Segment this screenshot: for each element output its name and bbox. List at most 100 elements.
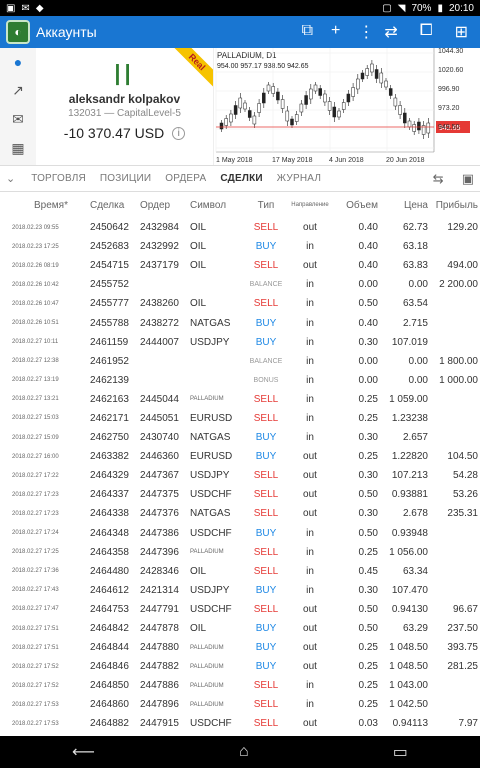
table-row[interactable]: 2018.02.27 17:53 2464882 2447915 USDCHF SELL… <box>0 714 480 730</box>
table-row[interactable]: 2018.02.27 16:00 2463382 2446360 EURUSD BUY o… <box>0 447 480 466</box>
cell-profit: 54.28 <box>452 470 478 482</box>
table-row[interactable]: 2018.02.27 13:19 2462139 BONUS in 0.00 0.00 1 … <box>0 371 480 390</box>
table-row[interactable]: 2018.02.26 10:42 2455752 BALANCE in 0.00 0.00… <box>0 275 480 294</box>
order-icon[interactable]: ⊞ <box>455 22 468 42</box>
table-row[interactable]: 2018.02.23 09:55 2450642 2432984 OIL SELL out… <box>0 218 480 237</box>
candle-body <box>233 105 238 115</box>
add-icon[interactable]: + <box>331 22 340 42</box>
cell-price: 1 043.00 <box>389 680 428 692</box>
more-icon[interactable]: ⋮ <box>358 22 374 42</box>
cell-volume: 0.25 <box>358 546 378 558</box>
notification-icon: ✉ <box>21 2 30 14</box>
table-row[interactable]: 2018.02.27 13:21 2462163 2445044 PALLADIUM S… <box>0 390 480 409</box>
cell-profit: 7.97 <box>458 718 478 730</box>
server-icon[interactable]: ⧉ <box>302 22 313 42</box>
table-row[interactable]: 2018.02.26 10:47 2455777 2438260 OIL SELL in 0… <box>0 294 480 313</box>
briefcase-icon[interactable]: ▣ <box>462 171 474 187</box>
col-order[interactable]: Ордер <box>138 192 188 218</box>
table-row[interactable]: 2018.02.27 17:23 2464338 2447376 NATGAS SELL… <box>0 504 480 523</box>
tab-orders[interactable]: ОРДЕРА <box>165 173 206 184</box>
table-row[interactable]: 2018.02.27 17:23 2464337 2447375 USDCHF SELL… <box>0 485 480 504</box>
cell-volume: 0.40 <box>358 317 378 329</box>
table-row[interactable]: 2018.02.27 15:03 2462171 2445051 EURUSD SELL… <box>0 409 480 428</box>
cell-profit <box>430 409 480 428</box>
candle-body <box>370 63 374 73</box>
mini-chart[interactable]: PALLADIUM, D1 954.00 957.17 938.50 942.6… <box>214 48 480 165</box>
table-row[interactable]: 2018.02.27 17:36 2464480 2428346 OIL SELL in 0… <box>0 562 480 581</box>
back-icon[interactable]: ⟵ <box>72 742 95 762</box>
cell-direction: out <box>303 489 317 501</box>
candle-body <box>257 103 261 113</box>
photo-icon: ▣ <box>6 2 16 14</box>
table-row[interactable]: 2018.02.27 17:22 2464329 2447367 USDJPY SELL… <box>0 466 480 485</box>
account-icon[interactable]: ● <box>14 54 22 70</box>
chevron-down-icon[interactable]: ⌄ <box>6 172 15 185</box>
recents-icon[interactable]: ▭ <box>393 742 408 762</box>
windows-icon[interactable]: ⧠ <box>420 22 433 42</box>
table-row[interactable]: 2018.02.23 17:25 2452683 2432992 OIL BUY in 0.… <box>0 237 480 256</box>
table-row[interactable]: 2018.02.27 17:51 2464844 2447880 PALLADIUM B… <box>0 638 480 657</box>
chart-icon[interactable]: ↗ <box>12 82 24 99</box>
col-direction[interactable]: Направление <box>286 192 334 218</box>
cell-type: BUY <box>255 584 277 596</box>
cell-price: 0.93948 <box>391 527 428 539</box>
table-row[interactable]: 2018.02.27 17:52 2464846 2447882 PALLADIUM B… <box>0 657 480 676</box>
col-profit[interactable]: Прибыль <box>430 192 480 218</box>
app-title: Аккаунты <box>36 24 97 40</box>
tab-trade[interactable]: ТОРГОВЛЯ <box>31 173 86 184</box>
table-row[interactable]: 2018.02.27 17:51 2464842 2447878 OIL BUY out 0… <box>0 619 480 638</box>
cell-time: 2018.02.27 16:00 <box>12 453 59 460</box>
table-row[interactable]: 2018.02.27 17:24 2464348 2447386 USDCHF BUY i… <box>0 524 480 543</box>
game-icon: ◆ <box>35 2 44 14</box>
table-row[interactable]: 2018.02.26 10:51 2455788 2438272 NATGAS BUY i… <box>0 313 480 332</box>
table-row[interactable]: 2018.02.27 10:11 2461159 2444007 USDJPY BUY i… <box>0 333 480 352</box>
cell-time: 2018.02.26 10:47 <box>12 300 59 307</box>
cell-type: BUY <box>255 623 277 635</box>
calendar-icon[interactable]: ▦ <box>11 140 24 157</box>
table-row[interactable]: 2018.02.27 17:52 2464850 2447886 PALLADIUM S… <box>0 676 480 695</box>
home-icon[interactable]: ⌂ <box>239 743 249 761</box>
tab-journal[interactable]: ЖУРНАЛ <box>277 173 321 184</box>
app-logo-icon[interactable]: ◐ <box>6 20 30 44</box>
deals-table[interactable]: Время* Сделка Ордер Символ Тип Направлен… <box>0 192 480 730</box>
cell-price: 0.94130 <box>391 603 428 615</box>
cell-profit: 96.67 <box>452 603 478 615</box>
cell-symbol: NATGAS <box>190 317 231 329</box>
table-row[interactable]: 2018.02.27 17:47 2464753 2447791 USDCHF SELL… <box>0 600 480 619</box>
info-icon[interactable]: i <box>172 126 186 140</box>
cell-profit: 1 000.00 <box>439 374 478 386</box>
table-row[interactable]: 2018.02.26 08:19 2454715 2437179 OIL SELL out… <box>0 256 480 275</box>
table-row[interactable]: 2018.02.27 12:38 2461952 BALANCE in 0.00 0.00… <box>0 352 480 371</box>
col-price[interactable]: Цена <box>380 192 430 218</box>
cell-direction: out <box>303 603 317 615</box>
col-deal[interactable]: Сделка <box>88 192 138 218</box>
cell-type: BALANCE <box>249 357 283 365</box>
col-type[interactable]: Тип <box>246 192 286 218</box>
table-row[interactable]: 2018.02.27 17:25 2464358 2447396 PALLADIUM S… <box>0 543 480 562</box>
table-row[interactable]: 2018.02.27 17:53 2464860 2447896 PALLADIUM S… <box>0 695 480 714</box>
cell-profit <box>430 676 480 695</box>
cell-profit: 393.75 <box>447 642 478 654</box>
cell-volume: 0.30 <box>358 584 378 596</box>
table-row[interactable]: 2018.02.27 17:43 2464612 2421314 USDJPY BUY i… <box>0 581 480 600</box>
cell-profit <box>430 695 480 714</box>
tab-deals[interactable]: СДЕЛКИ <box>220 173 262 184</box>
trade-settings-icon[interactable]: ⇆ <box>433 171 444 187</box>
cell-time: 2018.02.27 17:53 <box>12 720 59 727</box>
col-time[interactable]: Время* <box>0 192 88 218</box>
cell-order: 2447886 <box>140 680 179 692</box>
cell-volume: 0.03 <box>358 718 378 730</box>
cell-direction: in <box>306 241 314 253</box>
mail-icon[interactable]: ✉ <box>12 111 24 128</box>
col-volume[interactable]: Объем <box>334 192 380 218</box>
trade-icon[interactable]: ⇄ <box>384 22 397 42</box>
cell-type: BONUS <box>253 376 279 384</box>
cell-profit: 53.26 <box>452 489 478 501</box>
cell-deal: 2462139 <box>90 374 129 386</box>
table-row[interactable]: 2018.02.27 15:09 2462750 2430740 NATGAS BUY i… <box>0 428 480 447</box>
tab-positions[interactable]: ПОЗИЦИИ <box>100 173 151 184</box>
cell-symbol: PALLADIUM <box>190 644 224 651</box>
account-card[interactable]: Real || aleksandr kolpakov 132031 — Capi… <box>36 48 214 165</box>
col-symbol[interactable]: Символ <box>188 192 246 218</box>
account-balance: -10 370.47 USD <box>63 125 165 141</box>
